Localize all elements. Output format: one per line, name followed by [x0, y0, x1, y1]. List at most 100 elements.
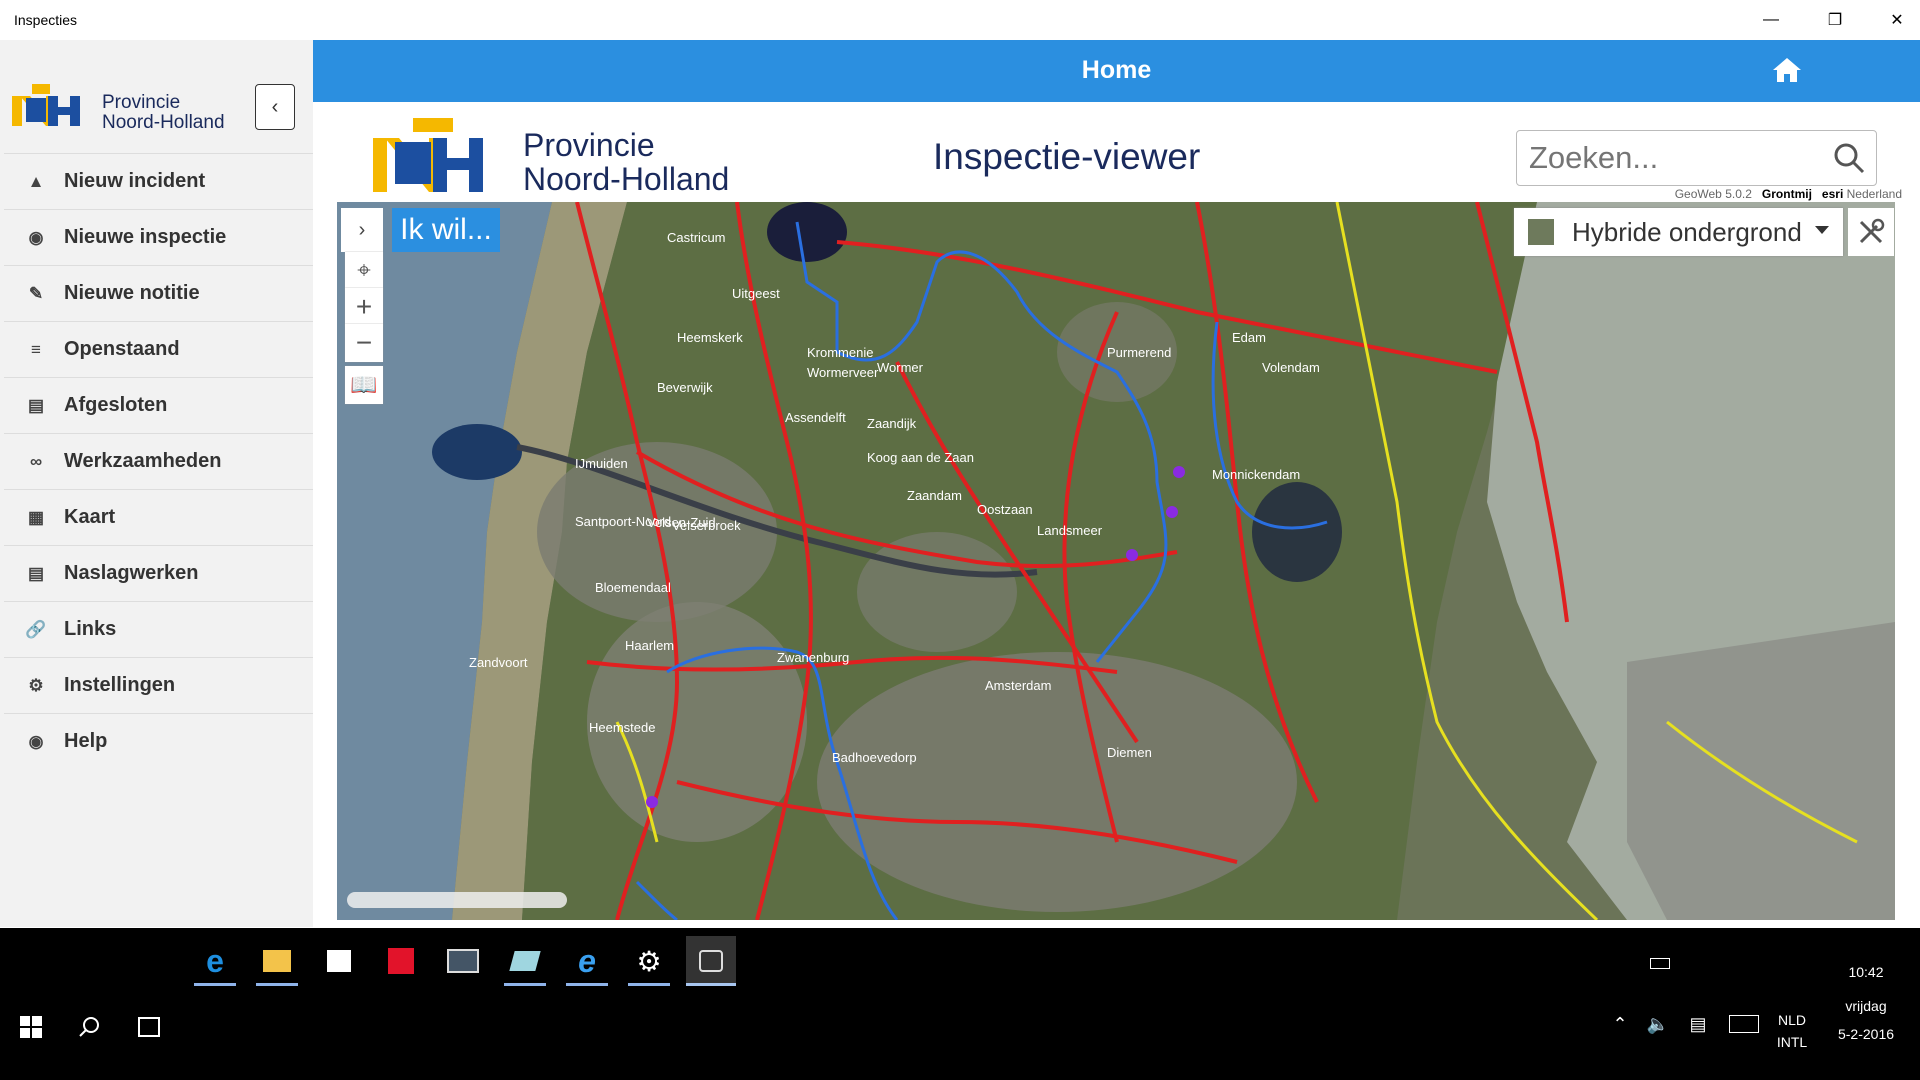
basemap-selector[interactable]: Hybride ondergrond: [1514, 208, 1843, 256]
action-center-button[interactable]: ▤: [1678, 1004, 1718, 1044]
map-attribution: GeoWeb 5.0.2 Grontmij esri Nederland: [1675, 187, 1902, 201]
battery-status[interactable]: [1640, 948, 1680, 978]
home-bar: Home: [313, 40, 1920, 102]
place-label: Volendam: [1262, 360, 1320, 375]
volume-button[interactable]: 🔈: [1638, 1004, 1678, 1044]
search-input[interactable]: [1527, 137, 1821, 179]
logo-line2: Noord-Holland: [102, 112, 225, 133]
sidebar-item-nieuwe-notitie[interactable]: ✎ Nieuwe notitie: [4, 265, 313, 321]
place-label: Zandvoort: [469, 655, 528, 670]
pencil-icon: ✎: [28, 283, 44, 303]
taskbar-inspecties-app[interactable]: [686, 936, 736, 986]
chevron-right-icon: ›: [358, 218, 366, 241]
language-indicator[interactable]: NLD INTL: [1770, 1012, 1814, 1050]
place-label: Zaandam: [907, 488, 962, 503]
restore-button[interactable]: ❐: [1812, 0, 1858, 40]
sidebar-item-instellingen[interactable]: ⚙ Instellingen: [4, 657, 313, 713]
taskbar-edge[interactable]: e: [190, 936, 240, 986]
basemap-label: Hybride ondergrond: [1572, 216, 1802, 247]
lifebuoy-icon: ◉: [28, 731, 44, 751]
search-taskbar-button[interactable]: [64, 1002, 114, 1052]
clock-date: 5-2-2016: [1837, 1026, 1895, 1042]
eye-icon: ◉: [28, 227, 44, 247]
book-icon: ▤: [27, 563, 45, 583]
inspection-marker: [1166, 506, 1178, 518]
attribution-partner2: esri: [1821, 187, 1844, 201]
plus-icon: +: [355, 291, 373, 322]
home-title: Home: [1081, 56, 1152, 84]
taskbar-file-explorer[interactable]: [252, 936, 302, 986]
minimize-button[interactable]: —: [1748, 0, 1794, 40]
tools-icon: [1859, 218, 1885, 244]
tray-overflow-button[interactable]: ⌃: [1600, 1004, 1640, 1044]
zoom-in-button[interactable]: +: [345, 288, 383, 326]
taskbar-remote-desktop[interactable]: [438, 936, 488, 986]
dropdown-arrow-icon: [1815, 226, 1829, 234]
expand-panel-button[interactable]: ›: [341, 208, 383, 252]
home-icon[interactable]: [1772, 56, 1802, 84]
logo-line1: Provincie: [102, 92, 180, 113]
sidebar-item-kaart[interactable]: ▦ Kaart: [4, 489, 313, 545]
ik-wil-button[interactable]: Ik wil...: [392, 208, 500, 252]
map-view[interactable]: Castricum Uitgeest Heemskerk Beverwijk K…: [337, 202, 1895, 920]
locate-button[interactable]: ⌖: [345, 252, 383, 290]
monitor-icon: [447, 949, 479, 973]
sidebar-item-help[interactable]: ◉ Help: [4, 713, 313, 769]
sidebar-item-nieuwe-inspectie[interactable]: ◉ Nieuwe inspectie: [4, 209, 313, 265]
sidebar-item-label: Openstaand: [64, 338, 180, 360]
taskbar-app-tablet[interactable]: [500, 936, 550, 986]
place-label: Beverwijk: [657, 380, 713, 395]
taskbar-store[interactable]: [314, 936, 364, 986]
legend-button[interactable]: 📖: [345, 366, 383, 404]
clock[interactable]: 10:42 vrijdag 5-2-2016: [1820, 964, 1912, 1042]
taskbar-settings[interactable]: ⚙: [624, 936, 674, 986]
gear-icon: ⚙: [28, 675, 44, 695]
close-button[interactable]: ✕: [1874, 0, 1920, 40]
zoom-out-button[interactable]: −: [345, 324, 383, 362]
sidebar-item-label: Help: [64, 730, 108, 752]
attribution-partner2-sub: Nederland: [1846, 187, 1902, 201]
tablet-icon: [509, 951, 541, 971]
infinity-icon: ∞: [29, 451, 43, 471]
edge-icon: e: [206, 942, 224, 979]
search-box[interactable]: [1516, 130, 1877, 186]
sidebar-item-werkzaamheden[interactable]: ∞ Werkzaamheden: [4, 433, 313, 489]
taskbar-app-red[interactable]: [376, 936, 426, 986]
start-button[interactable]: [6, 1002, 56, 1052]
windows-icon: [20, 1016, 42, 1038]
sidebar-item-links[interactable]: 🔗 Links: [4, 601, 313, 657]
task-view-button[interactable]: [124, 1002, 174, 1052]
taskbar: e e ⚙ ⌃ 🔈 ▤ NLD INTL 10:42 vrijdag 5-2-2…: [0, 928, 1920, 1080]
collapse-sidebar-button[interactable]: ‹: [255, 84, 295, 130]
place-label: Oostzaan: [977, 502, 1033, 517]
place-label: Uitgeest: [732, 286, 780, 301]
window-title: Inspecties: [14, 12, 78, 28]
map-scalebar: [347, 892, 567, 908]
touch-keyboard-button[interactable]: [1724, 1004, 1764, 1044]
search-icon: [79, 1017, 99, 1037]
sidebar-item-naslagwerken[interactable]: ▤ Naslagwerken: [4, 545, 313, 601]
place-label: Krommenie: [807, 345, 873, 360]
taskbar-internet-explorer[interactable]: e: [562, 936, 612, 986]
sidebar-item-label: Nieuwe inspectie: [64, 226, 227, 248]
inspection-marker: [646, 796, 658, 808]
main-content: Home Provincie Noord-Holland Inspectie-v…: [313, 40, 1920, 927]
sidebar-item-nieuw-incident[interactable]: ▲ Nieuw incident: [4, 153, 313, 209]
chevron-left-icon: ‹: [271, 95, 279, 118]
inspection-marker: [1126, 549, 1138, 561]
place-label: Koog aan de Zaan: [867, 450, 974, 465]
header-logo-line1: Provincie: [523, 127, 655, 163]
store-icon: [327, 950, 351, 972]
battery-icon: [1650, 957, 1670, 969]
place-label: Edam: [1232, 330, 1266, 345]
keyboard-layout: INTL: [1776, 1034, 1808, 1050]
sidebar-item-afgesloten[interactable]: ▤ Afgesloten: [4, 377, 313, 433]
sidebar-item-openstaand[interactable]: ≡ Openstaand: [4, 321, 313, 377]
place-label: Heemstede: [589, 720, 655, 735]
keyboard-icon: [1729, 1015, 1759, 1033]
app-icon: [699, 950, 723, 972]
tools-button[interactable]: [1848, 208, 1894, 256]
search-icon[interactable]: [1832, 141, 1866, 175]
map-canvas[interactable]: Castricum Uitgeest Heemskerk Beverwijk K…: [337, 202, 1895, 920]
place-label: Castricum: [667, 230, 726, 245]
